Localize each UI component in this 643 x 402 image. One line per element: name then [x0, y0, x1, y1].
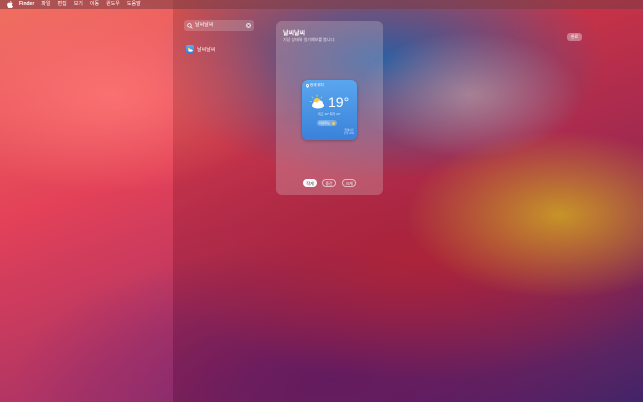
widget-panel-subtitle: 기상 상태와 일기예보를 봅니다.	[283, 37, 336, 42]
weather-widget-preview[interactable]: 현재 위치 19° 최고 19° 최저 13° 이번주는 업데이트 오후 4:1…	[302, 80, 357, 140]
desktop-left-area	[0, 0, 173, 402]
weather-forecast-label: 이번주는	[319, 121, 331, 125]
weather-location-label: 현재 위치	[310, 83, 324, 87]
menu-bar: Finder 파일 편집 보기 이동 윈도우 도움말	[0, 0, 643, 9]
menu-help[interactable]: 도움말	[127, 0, 141, 9]
weather-location: 현재 위치	[306, 83, 324, 88]
widget-search-bar[interactable]: 날씨날씨	[184, 20, 254, 31]
widget-size-small-button[interactable]: 작게	[303, 179, 317, 187]
apple-menu-icon[interactable]	[6, 1, 13, 8]
widget-size-large-button[interactable]: 크게	[342, 179, 356, 187]
menu-view[interactable]: 보기	[74, 0, 83, 9]
menu-window[interactable]: 윈도우	[106, 0, 120, 9]
menu-edit[interactable]: 편집	[57, 0, 66, 9]
weather-forecast-pill: 이번주는	[317, 120, 338, 126]
widget-gallery-overlay	[173, 0, 643, 402]
menu-finder[interactable]: Finder	[19, 0, 34, 9]
search-result-item[interactable]: 날씨날씨	[186, 45, 215, 53]
weather-app-icon	[186, 45, 194, 53]
menu-file[interactable]: 파일	[41, 0, 50, 9]
partly-cloudy-icon	[309, 94, 324, 109]
search-icon	[187, 22, 193, 29]
done-button[interactable]: 완료	[567, 33, 582, 41]
search-input[interactable]: 날씨날씨	[195, 20, 246, 31]
sun-icon	[332, 121, 336, 125]
menu-go[interactable]: 이동	[90, 0, 99, 9]
weather-high-low: 최고 19° 최저 13°	[318, 112, 341, 116]
search-result-label: 날씨날씨	[197, 46, 216, 53]
weather-updated: 업데이트 오후 4:11	[344, 129, 354, 135]
widget-panel-title: 날씨날씨	[283, 31, 306, 37]
weather-updated-time: 오후 4:11	[343, 132, 354, 136]
desktop-wallpaper: Finder 파일 편집 보기 이동 윈도우 도움말 날씨날씨 날씨날씨 날씨날…	[0, 0, 643, 402]
location-pin-icon	[306, 83, 309, 88]
widget-size-medium-button[interactable]: 중간	[322, 179, 336, 187]
clear-search-icon[interactable]	[246, 23, 251, 28]
weather-temperature: 19°	[328, 94, 350, 110]
